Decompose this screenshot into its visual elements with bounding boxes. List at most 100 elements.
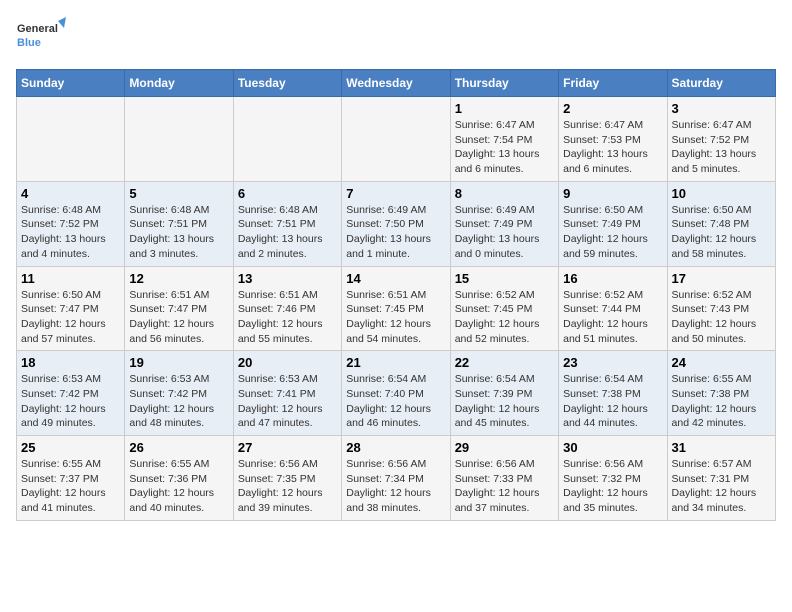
calendar-week-row: 25 Sunrise: 6:55 AM Sunset: 7:37 PM Dayli… — [17, 436, 776, 521]
day-info: Sunrise: 6:48 AM Sunset: 7:51 PM Dayligh… — [238, 203, 337, 262]
day-info: Sunrise: 6:52 AM Sunset: 7:44 PM Dayligh… — [563, 288, 662, 347]
day-number: 3 — [672, 101, 771, 116]
calendar-cell: 31 Sunrise: 6:57 AM Sunset: 7:31 PM Dayli… — [667, 436, 775, 521]
day-number: 25 — [21, 440, 120, 455]
column-header-tuesday: Tuesday — [233, 70, 341, 97]
calendar-cell: 20 Sunrise: 6:53 AM Sunset: 7:41 PM Dayli… — [233, 351, 341, 436]
day-number: 8 — [455, 186, 554, 201]
day-number: 31 — [672, 440, 771, 455]
day-info: Sunrise: 6:51 AM Sunset: 7:47 PM Dayligh… — [129, 288, 228, 347]
column-header-sunday: Sunday — [17, 70, 125, 97]
day-info: Sunrise: 6:50 AM Sunset: 7:49 PM Dayligh… — [563, 203, 662, 262]
day-info: Sunrise: 6:52 AM Sunset: 7:45 PM Dayligh… — [455, 288, 554, 347]
day-number: 5 — [129, 186, 228, 201]
svg-text:Blue: Blue — [17, 37, 41, 49]
day-info: Sunrise: 6:57 AM Sunset: 7:31 PM Dayligh… — [672, 457, 771, 516]
day-number: 26 — [129, 440, 228, 455]
calendar-week-row: 4 Sunrise: 6:48 AM Sunset: 7:52 PM Daylig… — [17, 181, 776, 266]
day-number: 2 — [563, 101, 662, 116]
day-number: 23 — [563, 355, 662, 370]
day-number: 7 — [346, 186, 445, 201]
day-number: 21 — [346, 355, 445, 370]
day-info: Sunrise: 6:47 AM Sunset: 7:52 PM Dayligh… — [672, 118, 771, 177]
day-info: Sunrise: 6:48 AM Sunset: 7:51 PM Dayligh… — [129, 203, 228, 262]
column-header-monday: Monday — [125, 70, 233, 97]
day-number: 13 — [238, 271, 337, 286]
calendar-cell: 17Sunrise: 6:52 AM Sunset: 7:43 PM Dayli… — [667, 266, 775, 351]
day-info: Sunrise: 6:50 AM Sunset: 7:47 PM Dayligh… — [21, 288, 120, 347]
day-info: Sunrise: 6:50 AM Sunset: 7:48 PM Dayligh… — [672, 203, 771, 262]
day-info: Sunrise: 6:47 AM Sunset: 7:54 PM Dayligh… — [455, 118, 554, 177]
day-info: Sunrise: 6:53 AM Sunset: 7:42 PM Dayligh… — [21, 372, 120, 431]
day-info: Sunrise: 6:47 AM Sunset: 7:53 PM Dayligh… — [563, 118, 662, 177]
logo: General Blue — [16, 16, 66, 61]
day-number: 12 — [129, 271, 228, 286]
day-info: Sunrise: 6:48 AM Sunset: 7:52 PM Dayligh… — [21, 203, 120, 262]
calendar-header-row: SundayMondayTuesdayWednesdayThursdayFrid… — [17, 70, 776, 97]
header: General Blue — [16, 16, 776, 61]
column-header-saturday: Saturday — [667, 70, 775, 97]
column-header-friday: Friday — [559, 70, 667, 97]
calendar-cell: 25 Sunrise: 6:55 AM Sunset: 7:37 PM Dayli… — [17, 436, 125, 521]
calendar-cell: 27Sunrise: 6:56 AM Sunset: 7:35 PM Dayli… — [233, 436, 341, 521]
calendar-cell: 18 Sunrise: 6:53 AM Sunset: 7:42 PM Dayli… — [17, 351, 125, 436]
day-info: Sunrise: 6:53 AM Sunset: 7:42 PM Dayligh… — [129, 372, 228, 431]
day-info: Sunrise: 6:51 AM Sunset: 7:45 PM Dayligh… — [346, 288, 445, 347]
day-info: Sunrise: 6:56 AM Sunset: 7:34 PM Dayligh… — [346, 457, 445, 516]
column-header-wednesday: Wednesday — [342, 70, 450, 97]
calendar-cell: 11 Sunrise: 6:50 AM Sunset: 7:47 PM Dayli… — [17, 266, 125, 351]
day-info: Sunrise: 6:49 AM Sunset: 7:49 PM Dayligh… — [455, 203, 554, 262]
day-number: 6 — [238, 186, 337, 201]
calendar-cell: 2 Sunrise: 6:47 AM Sunset: 7:53 PM Daylig… — [559, 97, 667, 182]
day-number: 18 — [21, 355, 120, 370]
calendar-cell: 30Sunrise: 6:56 AM Sunset: 7:32 PM Dayli… — [559, 436, 667, 521]
logo-icon: General Blue — [16, 16, 66, 61]
day-number: 10 — [672, 186, 771, 201]
day-info: Sunrise: 6:53 AM Sunset: 7:41 PM Dayligh… — [238, 372, 337, 431]
calendar-cell: 6 Sunrise: 6:48 AM Sunset: 7:51 PM Daylig… — [233, 181, 341, 266]
day-number: 27 — [238, 440, 337, 455]
day-number: 19 — [129, 355, 228, 370]
calendar-cell: 13 Sunrise: 6:51 AM Sunset: 7:46 PM Dayli… — [233, 266, 341, 351]
calendar-cell — [17, 97, 125, 182]
day-number: 24 — [672, 355, 771, 370]
day-number: 28 — [346, 440, 445, 455]
day-number: 4 — [21, 186, 120, 201]
calendar-cell: 26 Sunrise: 6:55 AM Sunset: 7:36 PM Dayli… — [125, 436, 233, 521]
day-info: Sunrise: 6:54 AM Sunset: 7:39 PM Dayligh… — [455, 372, 554, 431]
column-header-thursday: Thursday — [450, 70, 558, 97]
calendar-cell: 12 Sunrise: 6:51 AM Sunset: 7:47 PM Dayli… — [125, 266, 233, 351]
calendar-cell: 22 Sunrise: 6:54 AM Sunset: 7:39 PM Dayli… — [450, 351, 558, 436]
day-info: Sunrise: 6:55 AM Sunset: 7:38 PM Dayligh… — [672, 372, 771, 431]
day-number: 30 — [563, 440, 662, 455]
day-number: 22 — [455, 355, 554, 370]
calendar-cell: 10 Sunrise: 6:50 AM Sunset: 7:48 PM Dayli… — [667, 181, 775, 266]
day-info: Sunrise: 6:52 AM Sunset: 7:43 PM Dayligh… — [672, 288, 771, 347]
calendar-cell: 3 Sunrise: 6:47 AM Sunset: 7:52 PM Daylig… — [667, 97, 775, 182]
calendar-cell: 8 Sunrise: 6:49 AM Sunset: 7:49 PM Daylig… — [450, 181, 558, 266]
calendar-cell: 21 Sunrise: 6:54 AM Sunset: 7:40 PM Dayli… — [342, 351, 450, 436]
day-info: Sunrise: 6:51 AM Sunset: 7:46 PM Dayligh… — [238, 288, 337, 347]
calendar-cell: 5 Sunrise: 6:48 AM Sunset: 7:51 PM Daylig… — [125, 181, 233, 266]
calendar-cell — [233, 97, 341, 182]
day-info: Sunrise: 6:54 AM Sunset: 7:40 PM Dayligh… — [346, 372, 445, 431]
calendar-table: SundayMondayTuesdayWednesdayThursdayFrid… — [16, 69, 776, 521]
day-number: 15 — [455, 271, 554, 286]
calendar-cell: 28 Sunrise: 6:56 AM Sunset: 7:34 PM Dayli… — [342, 436, 450, 521]
calendar-cell: 29Sunrise: 6:56 AM Sunset: 7:33 PM Dayli… — [450, 436, 558, 521]
day-info: Sunrise: 6:55 AM Sunset: 7:36 PM Dayligh… — [129, 457, 228, 516]
day-number: 9 — [563, 186, 662, 201]
svg-text:General: General — [17, 23, 58, 35]
calendar-cell: 16Sunrise: 6:52 AM Sunset: 7:44 PM Dayli… — [559, 266, 667, 351]
calendar-cell: 1Sunrise: 6:47 AM Sunset: 7:54 PM Daylig… — [450, 97, 558, 182]
day-number: 14 — [346, 271, 445, 286]
day-number: 20 — [238, 355, 337, 370]
day-number: 29 — [455, 440, 554, 455]
calendar-week-row: 1Sunrise: 6:47 AM Sunset: 7:54 PM Daylig… — [17, 97, 776, 182]
day-info: Sunrise: 6:55 AM Sunset: 7:37 PM Dayligh… — [21, 457, 120, 516]
calendar-cell: 14 Sunrise: 6:51 AM Sunset: 7:45 PM Dayli… — [342, 266, 450, 351]
day-number: 11 — [21, 271, 120, 286]
day-info: Sunrise: 6:54 AM Sunset: 7:38 PM Dayligh… — [563, 372, 662, 431]
day-info: Sunrise: 6:49 AM Sunset: 7:50 PM Dayligh… — [346, 203, 445, 262]
calendar-week-row: 18 Sunrise: 6:53 AM Sunset: 7:42 PM Dayli… — [17, 351, 776, 436]
